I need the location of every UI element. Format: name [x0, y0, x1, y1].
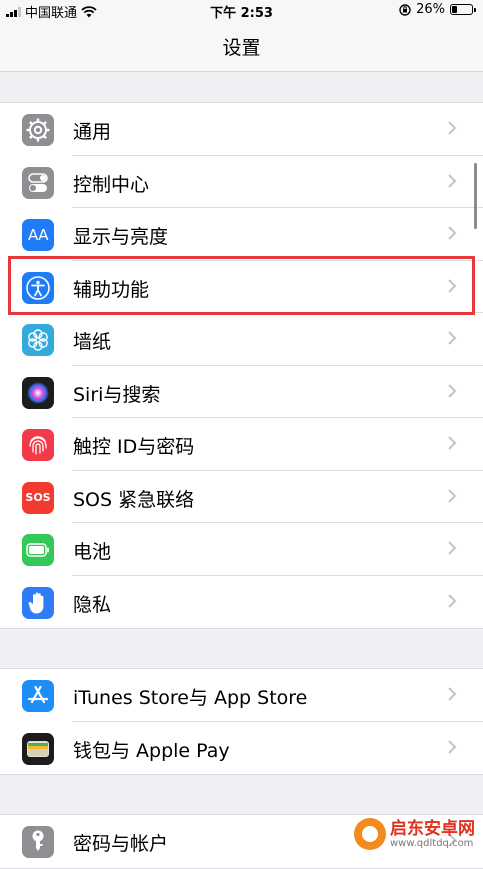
- settings-item-emergency-sos[interactable]: SOS SOS 紧急联络: [0, 471, 483, 524]
- battery-level-fill: [452, 6, 457, 13]
- settings-item-wallet-apple-pay[interactable]: 钱包与 Apple Pay: [0, 722, 483, 775]
- settings-item-itunes-app-store[interactable]: iTunes Store与 App Store: [0, 669, 483, 722]
- settings-item-label: 控制中心: [73, 173, 150, 196]
- text-size-icon-glyph: AA: [28, 226, 48, 244]
- watermark-brand: 启东安卓网: [390, 818, 475, 839]
- chevron-right-icon: [448, 173, 457, 188]
- settings-item-label: 触控 ID与密码: [73, 436, 195, 458]
- settings-item-touch-id-passcode[interactable]: 触控 ID与密码: [0, 418, 483, 471]
- settings-item-label: SOS 紧急联络: [73, 488, 195, 511]
- watermark-logo-icon: [354, 818, 386, 850]
- settings-item-general[interactable]: 通用: [0, 103, 483, 156]
- settings-item-battery[interactable]: 电池: [0, 523, 483, 576]
- settings-item-siri-search[interactable]: Siri与搜索: [0, 366, 483, 419]
- settings-item-label: 隐私: [73, 593, 112, 616]
- chevron-right-icon: [448, 541, 457, 555]
- wallet-icon: [22, 732, 54, 765]
- battery-percentage: 26%: [416, 2, 445, 17]
- scroll-indicator[interactable]: [474, 163, 477, 229]
- chevron-right-icon: [448, 593, 457, 608]
- chevron-right-icon: [448, 226, 457, 240]
- settings-item-label: iTunes Store与 App Store: [73, 687, 308, 709]
- text-size-icon: AA: [22, 219, 54, 251]
- highlight-box: [8, 256, 475, 315]
- watermark: 启东安卓网 www.qdltdq.com: [354, 818, 475, 850]
- flower-icon: [22, 324, 54, 356]
- settings-item-label: 密码与帐户: [73, 833, 169, 855]
- settings-item-wallpaper[interactable]: 墙纸: [0, 313, 483, 366]
- settings-item-label: 钱包与 Apple Pay: [73, 739, 230, 762]
- settings-item-label: 电池: [73, 541, 112, 563]
- sos-icon: SOS: [22, 481, 54, 514]
- gear-icon: [22, 114, 54, 146]
- settings-item-label: 墙纸: [73, 331, 112, 353]
- chevron-right-icon: [448, 121, 457, 135]
- sos-icon-glyph: SOS: [25, 491, 51, 504]
- key-icon: [22, 826, 54, 858]
- app-store-icon: [22, 680, 54, 712]
- status-bar: 中国联通 下午 2:53 26%: [0, 0, 483, 21]
- navigation-bar: 设置: [0, 20, 483, 72]
- chevron-right-icon: [448, 687, 457, 701]
- battery-icon: [450, 4, 476, 15]
- hand-icon: [22, 586, 54, 619]
- chevron-right-icon: [448, 383, 457, 398]
- settings-item-label: 通用: [73, 121, 112, 143]
- status-right: 26%: [399, 2, 476, 17]
- chevron-right-icon: [448, 488, 457, 503]
- siri-icon: [22, 376, 54, 409]
- toggles-icon: [22, 166, 54, 199]
- rotation-lock-icon: [399, 3, 411, 16]
- watermark-url: www.qdltdq.com: [390, 837, 474, 849]
- settings-group-store: iTunes Store与 App Store 钱包与 Apple Pay: [0, 668, 483, 775]
- settings-item-label: Siri与搜索: [73, 383, 161, 406]
- fingerprint-icon: [22, 429, 54, 461]
- battery-setting-icon: [22, 534, 54, 566]
- page-title: 设置: [222, 37, 261, 59]
- chevron-right-icon: [448, 739, 457, 754]
- settings-item-control-center[interactable]: 控制中心: [0, 156, 483, 209]
- settings-item-privacy[interactable]: 隐私: [0, 576, 483, 629]
- chevron-right-icon: [448, 436, 457, 450]
- settings-item-display-brightness[interactable]: AA 显示与亮度: [0, 208, 483, 261]
- settings-item-label: 显示与亮度: [73, 226, 169, 248]
- chevron-right-icon: [448, 331, 457, 345]
- settings-group-main: 通用 控制中心 AA 显示与亮度 辅助功能 墙纸 Siri与搜索 触控 ID与密…: [0, 102, 483, 629]
